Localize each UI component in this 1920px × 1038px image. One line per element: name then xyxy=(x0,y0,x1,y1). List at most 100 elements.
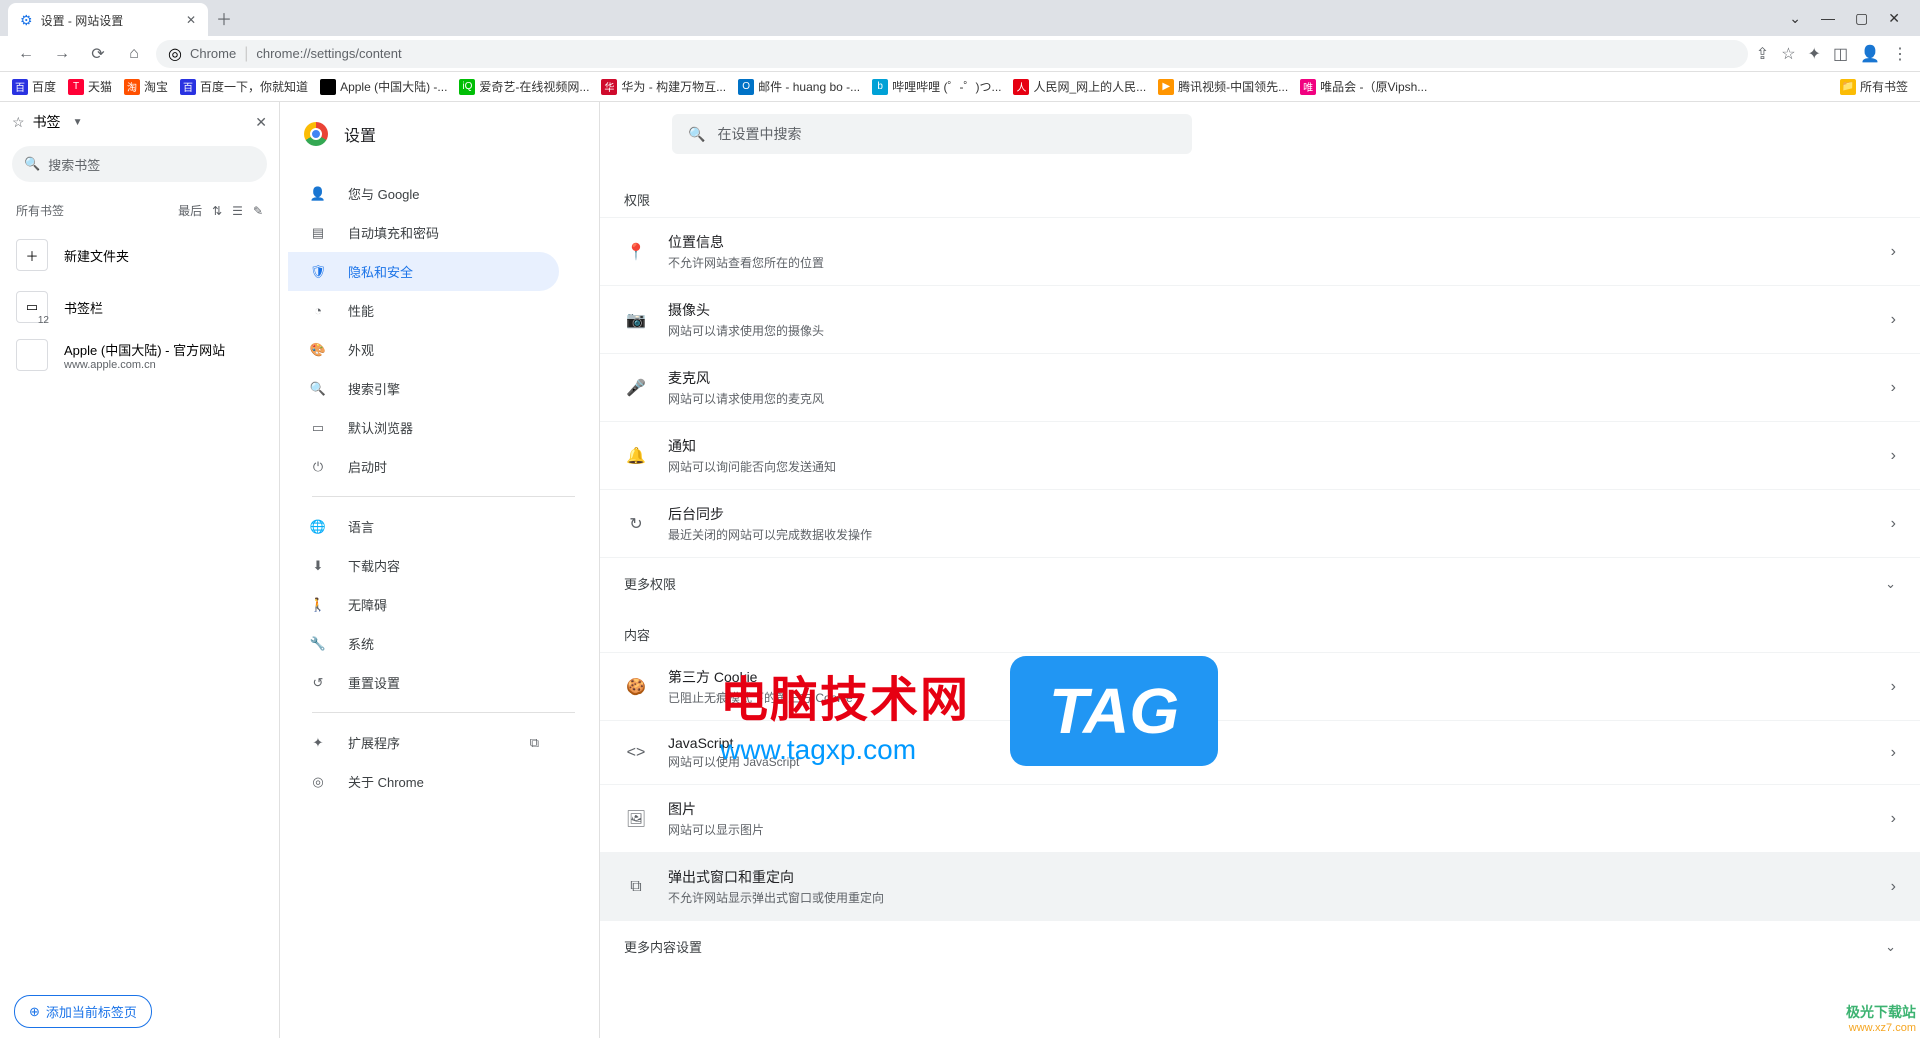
bookmark-item[interactable]: 百百度一下，你就知道 xyxy=(180,78,308,95)
setting-popups[interactable]: ⧉ 弹出式窗口和重定向不允许网站显示弹出式窗口或使用重定向 › xyxy=(600,852,1920,920)
bookmark-item[interactable]: 淘淘宝 xyxy=(124,78,168,95)
bookmark-item[interactable]: 华华为 - 构建万物互... xyxy=(601,78,726,95)
filter-icon[interactable]: ⇅ xyxy=(212,204,222,218)
chevron-right-icon: › xyxy=(1891,878,1896,896)
edit-icon[interactable]: ✎ xyxy=(253,204,263,218)
setting-images[interactable]: 🖼 图片网站可以显示图片 › xyxy=(600,784,1920,852)
nav-privacy-security[interactable]: 🛡隐私和安全 xyxy=(288,252,559,291)
bookmark-item[interactable]: Apple (中国大陆) -... xyxy=(320,78,447,95)
chrome-icon: ◎ xyxy=(308,774,328,790)
shield-icon: 🛡 xyxy=(308,264,328,280)
reload-button[interactable]: ⟳ xyxy=(84,40,112,68)
nav-languages[interactable]: 🌐语言 xyxy=(288,507,559,546)
chrome-icon: ◎ xyxy=(168,44,182,64)
bookmarks-bar-folder[interactable]: ▭12 书签栏 xyxy=(0,283,279,331)
nav-default-browser[interactable]: ▭默认浏览器 xyxy=(288,408,559,447)
wrench-icon: 🔧 xyxy=(308,636,328,652)
address-bar[interactable]: ◎ Chrome | chrome://settings/content xyxy=(156,40,1748,68)
bookmark-item[interactable]: O邮件 - huang bo -... xyxy=(738,78,860,95)
popup-icon: ⧉ xyxy=(624,878,648,896)
bookmark-item[interactable]: T天猫 xyxy=(68,78,112,95)
setting-javascript[interactable]: <> JavaScript网站可以使用 JavaScript › xyxy=(600,720,1920,784)
nav-search-engine[interactable]: 🔍搜索引擎 xyxy=(288,369,559,408)
bookmark-item[interactable]: b哔哩哔哩 (゜-゜)つ... xyxy=(872,78,1001,95)
forward-button[interactable]: → xyxy=(48,40,76,68)
extensions-icon[interactable]: ✦ xyxy=(1808,44,1821,64)
settings-title: 设置 xyxy=(344,122,376,146)
search-icon: 🔍 xyxy=(308,381,328,397)
setting-microphone[interactable]: 🎤 麦克风网站可以请求使用您的麦克风 › xyxy=(600,353,1920,421)
more-permissions-expander[interactable]: 更多权限 ⌄ xyxy=(600,557,1920,609)
chevron-down-icon: ⌄ xyxy=(1885,576,1896,592)
bookmark-item[interactable]: 人人民网_网上的人民... xyxy=(1013,78,1146,95)
sync-icon: ↻ xyxy=(624,514,648,534)
accessibility-icon: 🚶 xyxy=(308,597,328,613)
chevron-down-icon[interactable]: ⌄ xyxy=(1789,10,1801,27)
nav-on-startup[interactable]: ⏻启动时 xyxy=(288,447,559,486)
new-tab-button[interactable]: ＋ xyxy=(216,6,232,30)
star-icon[interactable]: ☆ xyxy=(1781,44,1795,64)
share-icon[interactable]: ⇪ xyxy=(1756,44,1769,64)
settings-header: 设置 🔍 在设置中搜索 xyxy=(280,102,1920,166)
setting-background-sync[interactable]: ↻ 后台同步最近关闭的网站可以完成数据收发操作 › xyxy=(600,489,1920,557)
autofill-icon: ▤ xyxy=(308,225,328,241)
close-panel-icon[interactable]: ✕ xyxy=(255,114,267,131)
settings-page: 设置 🔍 在设置中搜索 👤您与 Google ▤自动填充和密码 🛡隐私和安全 ◔… xyxy=(280,102,1920,1038)
window-close-icon[interactable]: ✕ xyxy=(1888,10,1900,27)
maximize-icon[interactable]: ▢ xyxy=(1855,10,1868,27)
browser-tab[interactable]: ⚙ 设置 - 网站设置 ✕ xyxy=(8,3,208,37)
palette-icon: 🎨 xyxy=(308,342,328,358)
bookmark-entry-apple[interactable]: Apple (中国大陆) - 官方网站 www.apple.com.cn xyxy=(0,331,279,379)
bookmarks-panel-title: 书签 xyxy=(33,112,61,132)
browser-icon: ▭ xyxy=(308,420,328,436)
search-icon: 🔍 xyxy=(688,126,705,143)
new-folder-button[interactable]: ＋ 新建文件夹 xyxy=(0,227,279,283)
nav-you-and-google[interactable]: 👤您与 Google xyxy=(288,174,559,213)
star-icon: ☆ xyxy=(12,114,25,131)
permissions-section-label: 权限 xyxy=(600,174,1920,217)
close-tab-icon[interactable]: ✕ xyxy=(186,13,196,27)
nav-extensions[interactable]: ✦扩展程序⧉ xyxy=(288,723,559,762)
more-content-expander[interactable]: 更多内容设置 ⌄ xyxy=(600,920,1920,972)
chevron-right-icon: › xyxy=(1891,311,1896,329)
setting-notifications[interactable]: 🔔 通知网站可以询问能否向您发送通知 › xyxy=(600,421,1920,489)
tab-title: 设置 - 网站设置 xyxy=(41,12,124,29)
chevron-right-icon: › xyxy=(1891,447,1896,465)
home-button[interactable]: ⌂ xyxy=(120,40,148,68)
menu-icon[interactable]: ⋮ xyxy=(1892,44,1908,64)
all-bookmarks-button[interactable]: 📁所有书签 xyxy=(1840,78,1908,95)
chevron-down-icon[interactable]: ▼ xyxy=(73,117,83,128)
sort-label[interactable]: 最后 xyxy=(178,202,202,219)
nav-appearance[interactable]: 🎨外观 xyxy=(288,330,559,369)
nav-system[interactable]: 🔧系统 xyxy=(288,624,559,663)
nav-about-chrome[interactable]: ◎关于 Chrome xyxy=(288,762,559,801)
nav-accessibility[interactable]: 🚶无障碍 xyxy=(288,585,559,624)
all-bookmarks-label: 所有书签 xyxy=(16,202,64,219)
nav-downloads[interactable]: ⬇下载内容 xyxy=(288,546,559,585)
minimize-icon[interactable]: — xyxy=(1821,10,1835,27)
url-text: chrome://settings/content xyxy=(256,46,401,61)
bookmark-item[interactable]: iQ爱奇艺-在线视频网... xyxy=(459,78,589,95)
camera-icon: 📷 xyxy=(624,310,648,330)
chevron-right-icon: › xyxy=(1891,243,1896,261)
bookmarks-side-panel: ☆ 书签 ▼ ✕ 🔍 搜索书签 所有书签 最后 ⇅ ☰ ✎ ＋ 新建文件夹 ▭1… xyxy=(0,102,280,1038)
bookmark-item[interactable]: 百百度 xyxy=(12,78,56,95)
nav-reset[interactable]: ↺重置设置 xyxy=(288,663,559,702)
bell-icon: 🔔 xyxy=(624,446,648,466)
sidepanel-icon[interactable]: ◫ xyxy=(1833,44,1848,64)
view-list-icon[interactable]: ☰ xyxy=(232,204,243,218)
nav-performance[interactable]: ◔性能 xyxy=(288,291,559,330)
back-button[interactable]: ← xyxy=(12,40,40,68)
bookmark-item[interactable]: 唯唯品会 -（原Vipsh... xyxy=(1300,78,1427,95)
settings-search-input[interactable]: 🔍 在设置中搜索 xyxy=(672,114,1192,154)
code-icon: <> xyxy=(624,744,648,762)
bookmark-item[interactable]: ▶腾讯视频-中国领先... xyxy=(1158,78,1288,95)
setting-location[interactable]: 📍 位置信息不允许网站查看您所在的位置 › xyxy=(600,217,1920,285)
download-icon: ⬇ xyxy=(308,558,328,574)
profile-icon[interactable]: 👤 xyxy=(1860,44,1880,64)
nav-autofill[interactable]: ▤自动填充和密码 xyxy=(288,213,559,252)
bookmarks-search-input[interactable]: 🔍 搜索书签 xyxy=(12,146,267,182)
add-current-tab-button[interactable]: ⊕ 添加当前标签页 xyxy=(14,995,152,1028)
setting-cookies[interactable]: 🍪 第三方 Cookie已阻止无痕模式下的第三方 Cookie › xyxy=(600,652,1920,720)
setting-camera[interactable]: 📷 摄像头网站可以请求使用您的摄像头 › xyxy=(600,285,1920,353)
